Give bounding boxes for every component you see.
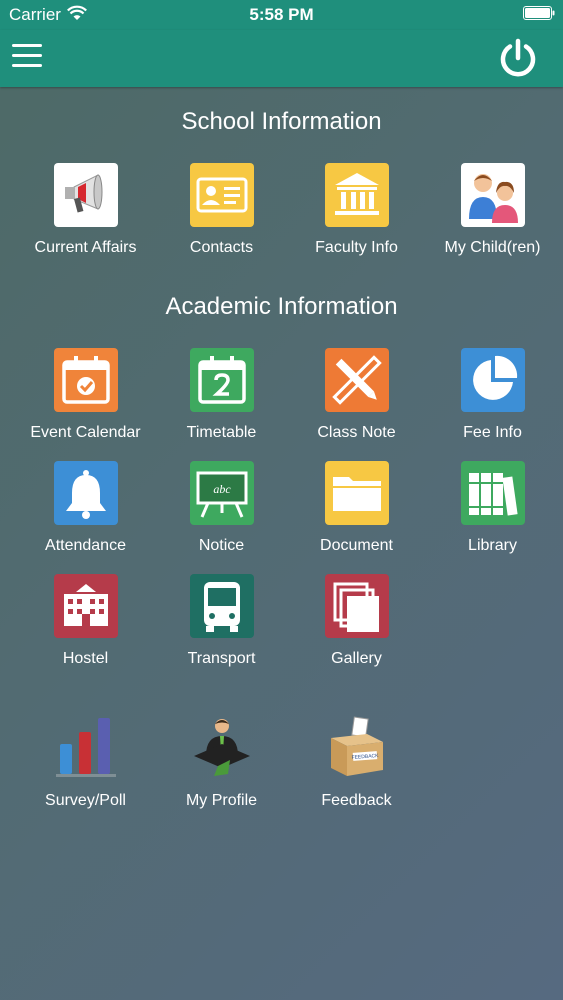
academic-information-title: Academic Information [165,293,398,320]
pie-chart-icon [461,348,525,412]
survey-poll-label: Survey/Poll [45,792,126,809]
ruler-pencil-icon [325,348,389,412]
building-icon [325,163,389,227]
attendance-label: Attendance [45,537,126,554]
battery-icon [523,6,555,20]
contacts-tile[interactable]: Contacts [154,163,289,273]
hostel-tile[interactable]: Hostel [18,574,153,684]
document-tile[interactable]: Document [289,461,424,571]
gallery-tile[interactable]: Gallery [289,574,424,684]
class-note-label: Class Note [317,424,396,441]
faculty-info-tile[interactable]: Faculty Info [289,163,424,273]
my-children-label: My Child(ren) [444,239,541,256]
hostel-label: Hostel [62,650,109,667]
svg-text:abc: abc [213,482,231,496]
bell-icon [54,461,118,525]
event-calendar-label: Event Calendar [30,424,141,441]
document-label: Document [320,537,393,554]
hostel-building-icon [54,574,118,638]
bar-chart-icon [54,716,118,780]
status-bar: Carrier 5:58 PM [0,0,563,30]
my-profile-label: My Profile [185,792,258,809]
contacts-label: Contacts [189,239,254,256]
calendar-day-icon [190,348,254,412]
contact-card-icon [190,163,254,227]
timetable-label: Timetable [186,424,257,441]
library-tile[interactable]: Library [425,461,560,571]
event-calendar-tile[interactable]: Event Calendar [18,348,153,458]
folder-icon [325,461,389,525]
transport-label: Transport [187,650,256,667]
notice-tile[interactable]: abc Notice [154,461,289,571]
attendance-tile[interactable]: Attendance [18,461,153,571]
school-information-title: School Information [181,108,382,135]
survey-poll-tile[interactable]: Survey/Poll [18,716,153,826]
gallery-label: Gallery [331,650,382,667]
feedback-tile[interactable]: FEEDBACK Feedback [289,716,424,826]
app-header [0,30,563,87]
power-icon[interactable] [496,37,540,81]
megaphone-icon [54,163,118,227]
my-profile-tile[interactable]: My Profile [154,716,289,826]
children-icon [461,163,525,227]
transport-tile[interactable]: Transport [154,574,289,684]
gallery-icon [325,574,389,638]
feedback-label: Feedback [321,792,392,809]
library-label: Library [468,537,517,554]
current-affairs-tile[interactable]: Current Affairs [18,163,153,273]
timetable-tile[interactable]: Timetable [154,348,289,458]
class-note-tile[interactable]: Class Note [289,348,424,458]
books-icon [461,461,525,525]
clock: 5:58 PM [249,5,314,24]
bus-icon [190,574,254,638]
faculty-info-label: Faculty Info [315,239,398,256]
my-children-tile[interactable]: My Child(ren) [425,163,560,273]
feedback-box-icon: FEEDBACK [325,716,389,780]
current-affairs-label: Current Affairs [34,239,137,256]
hamburger-menu-icon[interactable] [12,44,42,68]
notice-label: Notice [198,537,245,554]
fee-info-label: Fee Info [463,424,522,441]
calendar-check-icon [54,348,118,412]
chalkboard-icon: abc [190,461,254,525]
fee-info-tile[interactable]: Fee Info [425,348,560,458]
profile-icon [190,716,254,780]
